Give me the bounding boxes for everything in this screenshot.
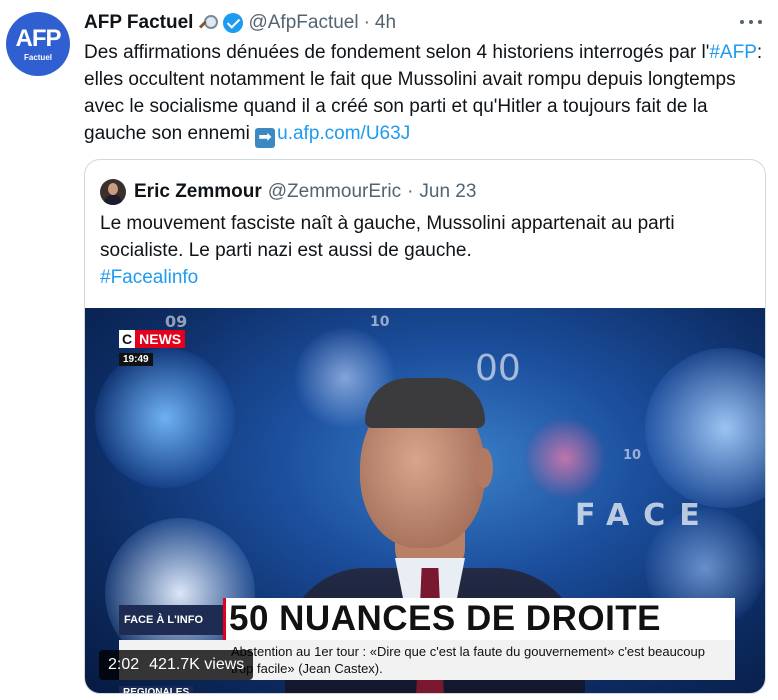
studio-light bbox=[645, 348, 765, 508]
afp-logo: AFP bbox=[15, 24, 62, 52]
studio-digit: 10 bbox=[370, 314, 390, 330]
afp-logo-subtitle: Factuel bbox=[23, 52, 52, 62]
ticker-section-label: REGIONALES bbox=[119, 686, 194, 693]
video-stats-chip: 2:02 421.7K views bbox=[99, 650, 254, 680]
tweet-header: AFP Factuel @AfpFactuel · 4h bbox=[84, 11, 396, 35]
quoted-tweet-text: Le mouvement fasciste naît à gauche, Mus… bbox=[100, 210, 750, 291]
afp-hashtag-link[interactable]: #AFP bbox=[709, 42, 757, 63]
quoted-tweet-body: Le mouvement fasciste naît à gauche, Mus… bbox=[100, 213, 675, 261]
quoted-tweet[interactable]: Eric Zemmour @ZemmourEric · Jun 23 Le mo… bbox=[84, 159, 766, 694]
quoted-separator: · bbox=[407, 181, 414, 202]
headline-banner: 50 NUANCES DE DROITE bbox=[223, 598, 735, 640]
cnews-logo: C NEWS bbox=[119, 330, 186, 348]
headline-accent bbox=[223, 598, 226, 640]
video-player[interactable]: 09 10 10 00 FACE C NEWS 19:49 FACE À L'I… bbox=[85, 308, 765, 693]
more-dot bbox=[749, 20, 753, 24]
quoted-author-handle: @ZemmourEric bbox=[267, 181, 402, 202]
news-ticker: Abstention au 1er tour : «Dire que c'est… bbox=[223, 640, 735, 680]
verified-badge-icon bbox=[223, 13, 244, 33]
right-arrow-icon: ➡ bbox=[255, 128, 276, 148]
more-dot bbox=[758, 20, 762, 24]
quoted-author-name: Eric Zemmour bbox=[134, 181, 262, 202]
facealinfo-hashtag-link[interactable]: #Facealinfo bbox=[100, 264, 750, 291]
more-dot bbox=[740, 20, 744, 24]
header-separator: · bbox=[363, 12, 370, 33]
cnews-logo-news: NEWS bbox=[135, 330, 186, 348]
magnifying-glass-icon bbox=[198, 13, 219, 33]
studio-digit: 10 bbox=[623, 448, 642, 463]
broadcast-clock: 19:49 bbox=[119, 353, 153, 366]
author-avatar[interactable]: AFP Factuel bbox=[6, 12, 70, 76]
video-duration: 2:02 bbox=[108, 656, 140, 673]
quoted-author-avatar bbox=[100, 179, 126, 205]
tweet-text: Des affirmations dénuées de fondement se… bbox=[84, 39, 769, 148]
show-label: FACE À L'INFO bbox=[119, 605, 223, 635]
tweet-timestamp[interactable]: 4h bbox=[375, 12, 396, 34]
article-link[interactable]: u.afp.com/U63J bbox=[277, 123, 410, 144]
speaker-ear bbox=[475, 448, 493, 488]
author-name[interactable]: AFP Factuel bbox=[84, 12, 193, 34]
more-icon[interactable] bbox=[740, 14, 762, 30]
speaker-hair bbox=[365, 378, 485, 428]
studio-digit: 09 bbox=[165, 312, 188, 331]
tweet-text-part-1: Des affirmations dénuées de fondement se… bbox=[84, 42, 710, 63]
ticker-line-2: trop facile» (Jean Castex). bbox=[231, 661, 383, 676]
tweet: AFP Factuel AFP Factuel @AfpFactuel · 4h… bbox=[0, 0, 778, 700]
studio-light bbox=[95, 348, 235, 488]
quoted-tweet-date: Jun 23 bbox=[419, 181, 477, 202]
quoted-tweet-header: Eric Zemmour @ZemmourEric · Jun 23 bbox=[100, 179, 476, 205]
ticker-line-1: Abstention au 1er tour : «Dire que c'est… bbox=[231, 644, 705, 659]
studio-face-sign: FACE bbox=[575, 498, 714, 533]
video-views: 421.7K views bbox=[149, 656, 245, 673]
author-handle[interactable]: @AfpFactuel bbox=[248, 12, 358, 34]
cnews-logo-c: C bbox=[119, 330, 136, 348]
